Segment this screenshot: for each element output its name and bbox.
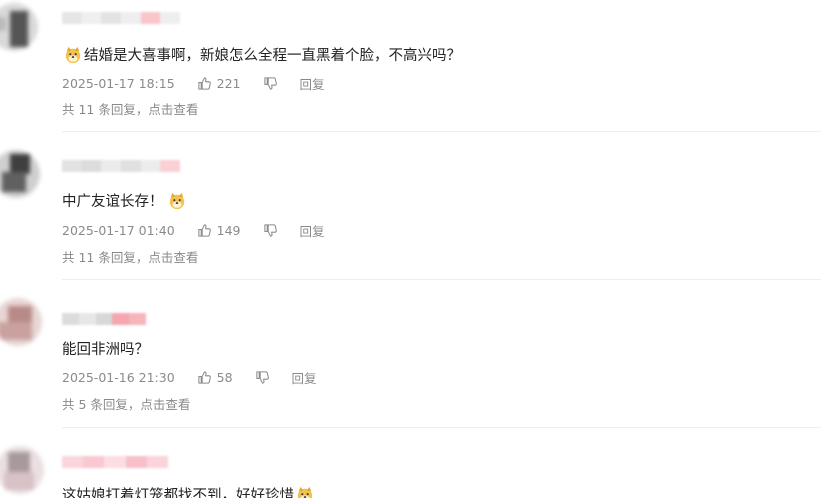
doge-emoji-icon: [65, 46, 81, 63]
comment-body: 中广友谊长存！: [62, 194, 164, 210]
dislike-button[interactable]: [255, 370, 270, 385]
comment-text: 这姑娘打着灯笼都找不到，好好珍惜: [62, 484, 316, 498]
username[interactable]: [62, 313, 146, 325]
divider: [62, 131, 821, 132]
reply-button[interactable]: 回复: [300, 74, 325, 93]
username[interactable]: [62, 456, 169, 468]
comment-time: 2025-01-17 18:15: [62, 76, 175, 91]
like-button[interactable]: 58: [197, 370, 233, 385]
dislike-button[interactable]: [263, 76, 278, 91]
divider: [62, 279, 821, 280]
comment-meta: 2025-01-17 18:15 221 回复: [62, 74, 325, 93]
avatar[interactable]: [0, 446, 44, 494]
reply-button[interactable]: 回复: [300, 221, 325, 240]
comment-body: 这姑娘打着灯笼都找不到，好好珍惜: [62, 488, 294, 498]
thumbs-up-icon: [198, 224, 211, 237]
comment-body: 结婚是大喜事啊，新娘怎么全程一直黑着个脸，不高兴吗？: [84, 48, 461, 64]
thumbs-up-icon: [198, 77, 211, 90]
like-count: 149: [216, 223, 241, 238]
reply-button[interactable]: 回复: [292, 368, 317, 387]
doge-emoji-icon: [169, 192, 184, 209]
thumbs-up-icon: [198, 371, 211, 384]
comment-text: 结婚是大喜事啊，新娘怎么全程一直黑着个脸，不高兴吗？: [62, 44, 461, 65]
avatar[interactable]: [0, 298, 42, 346]
divider: [62, 427, 821, 428]
comment-time: 2025-01-17 01:40: [62, 223, 175, 238]
like-count: 58: [216, 370, 233, 385]
like-button[interactable]: 221: [197, 76, 241, 91]
comment-meta: 2025-01-17 01:40 149 回复: [62, 221, 325, 240]
view-replies-link[interactable]: 共 11 条回复，点击查看: [62, 99, 198, 118]
view-replies-link[interactable]: 共 5 条回复，点击查看: [62, 394, 190, 413]
thumbs-down-icon: [263, 77, 277, 90]
view-replies-link[interactable]: 共 11 条回复，点击查看: [62, 247, 198, 266]
comment-meta: 2025-01-16 21:30 58 回复: [62, 368, 317, 387]
doge-emoji-icon: [297, 486, 313, 498]
comment-time: 2025-01-16 21:30: [62, 370, 175, 385]
like-button[interactable]: 149: [197, 223, 241, 238]
comment-body: 能回非洲吗？: [62, 342, 149, 358]
avatar[interactable]: [0, 150, 40, 198]
thumbs-down-icon: [263, 224, 277, 237]
comment-text: 中广友谊长存！: [62, 190, 188, 211]
dislike-button[interactable]: [263, 223, 278, 238]
username[interactable]: [62, 12, 181, 24]
thumbs-down-icon: [255, 371, 269, 384]
like-count: 221: [216, 76, 241, 91]
comment-text: 能回非洲吗？: [62, 338, 149, 359]
username[interactable]: [62, 160, 181, 172]
avatar[interactable]: [0, 3, 38, 51]
